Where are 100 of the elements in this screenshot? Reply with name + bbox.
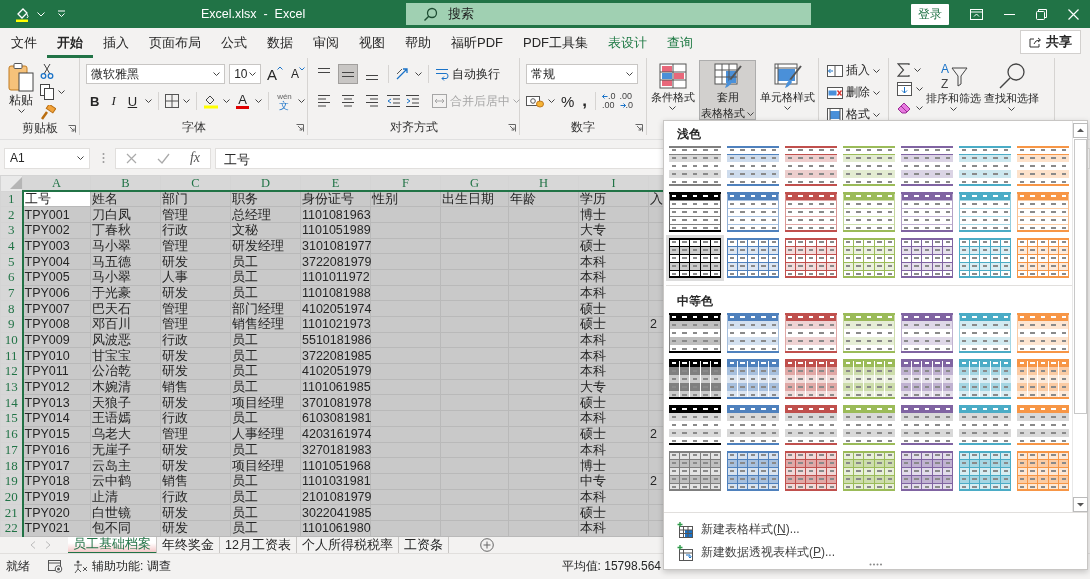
increase-indent-icon[interactable] <box>405 94 420 108</box>
caret-icon[interactable] <box>183 99 191 103</box>
comma-style-button[interactable]: , <box>580 95 590 107</box>
table-style-swatch[interactable] <box>956 189 1014 235</box>
menu-item[interactable]: 新建数据透视表样式(P)... <box>664 542 1087 563</box>
close-icon[interactable] <box>1068 8 1079 20</box>
caret-icon[interactable] <box>145 99 153 103</box>
column-header[interactable]: D <box>230 175 301 191</box>
ribbon-tab[interactable]: 表设计 <box>598 29 657 58</box>
table-style-swatch[interactable] <box>1014 189 1072 235</box>
ribbon-tab[interactable]: 数据 <box>257 29 303 58</box>
ribbon-tab[interactable]: 文件 <box>1 29 47 58</box>
table-style-swatch[interactable] <box>1014 143 1072 189</box>
table-style-swatch[interactable] <box>782 143 840 189</box>
dialog-launcher-icon[interactable] <box>635 124 643 132</box>
style-gallery-button[interactable]: 单元格样式 <box>758 60 818 120</box>
sign-in-button[interactable]: 登录 <box>911 3 949 25</box>
table-style-swatch[interactable] <box>666 310 724 356</box>
copy-icon[interactable] <box>40 84 54 100</box>
table-style-swatch[interactable] <box>724 310 782 356</box>
table-style-swatch[interactable] <box>666 189 724 235</box>
table-style-swatch[interactable] <box>898 143 956 189</box>
check-icon[interactable] <box>156 152 170 164</box>
decrease-decimal-button[interactable]: .00 .0 <box>619 92 634 110</box>
scrollbar-thumb[interactable] <box>1074 139 1087 414</box>
table-style-swatch[interactable] <box>898 356 956 402</box>
caret-icon[interactable] <box>248 72 256 76</box>
ribbon-tab[interactable]: 查询 <box>657 29 703 58</box>
ribbon-tab[interactable]: 视图 <box>349 29 395 58</box>
table-style-swatch[interactable] <box>666 235 724 281</box>
column-header[interactable]: F <box>370 175 441 191</box>
caret-icon[interactable] <box>916 106 923 110</box>
accessibility-button[interactable]: 辅助功能: 调查 <box>73 558 171 575</box>
ribbon-tab[interactable]: PDF工具集 <box>513 29 598 58</box>
ribbon-tab[interactable]: 帮助 <box>395 29 441 58</box>
search-field[interactable]: 搜索 <box>406 3 811 25</box>
caret-icon[interactable] <box>415 72 422 76</box>
table-style-swatch[interactable] <box>666 356 724 402</box>
add-sheet-icon[interactable] <box>479 538 494 553</box>
caret-icon[interactable] <box>77 156 84 160</box>
style-gallery-button[interactable]: 条件格式 <box>647 60 698 120</box>
restore-icon[interactable] <box>1036 8 1047 20</box>
dialog-launcher-icon[interactable] <box>508 124 516 132</box>
ribbon-display-icon[interactable] <box>970 8 983 20</box>
ribbon-tab[interactable]: 页面布局 <box>139 29 211 58</box>
sort-filter-button[interactable]: A Z 排序和筛选 <box>926 60 981 135</box>
table-style-swatch[interactable] <box>956 310 1014 356</box>
cut-icon[interactable] <box>40 63 54 79</box>
column-header[interactable]: B <box>90 175 161 191</box>
resize-grip-icon[interactable] <box>868 563 883 566</box>
underline-button[interactable]: U <box>123 93 142 109</box>
table-style-swatch[interactable] <box>782 189 840 235</box>
share-button[interactable]: 共享 <box>1020 30 1081 54</box>
text-orientation-icon[interactable] <box>395 67 411 81</box>
column-header[interactable]: H <box>508 175 579 191</box>
dialog-launcher-icon[interactable] <box>68 125 76 133</box>
caret-icon[interactable] <box>297 99 305 103</box>
cells-command-button[interactable]: 删除 <box>827 84 888 101</box>
sum-icon[interactable] <box>897 63 910 77</box>
dialog-launcher-icon[interactable] <box>296 124 304 132</box>
find-select-button[interactable]: 查找和选择 <box>984 60 1039 135</box>
table-style-swatch[interactable] <box>840 189 898 235</box>
format-painter-icon[interactable] <box>40 105 56 121</box>
table-style-swatch[interactable] <box>724 189 782 235</box>
caret-icon[interactable] <box>58 90 65 94</box>
table-style-swatch[interactable] <box>1014 310 1072 356</box>
fill-color-icon[interactable] <box>203 93 220 109</box>
column-header[interactable]: A <box>22 175 91 191</box>
insert-function-button[interactable]: fx <box>189 150 200 166</box>
wrap-text-button[interactable]: 自动换行 <box>435 65 500 83</box>
borders-icon[interactable] <box>165 94 180 108</box>
drag-handle-icon[interactable] <box>102 152 105 164</box>
cells-command-button[interactable]: 插入 <box>827 62 888 79</box>
font-size-dropdown[interactable]: 10 <box>229 64 261 84</box>
eraser-icon[interactable] <box>897 101 912 115</box>
shrink-font-button[interactable]: A <box>289 67 307 81</box>
caret-icon[interactable] <box>255 99 263 103</box>
paint-bucket-icon[interactable] <box>15 6 31 22</box>
style-gallery-button[interactable]: 套用 表格格式 <box>699 60 757 120</box>
caret-icon[interactable] <box>626 72 633 76</box>
menu-item[interactable]: 新建表格样式(N)... <box>664 519 1087 540</box>
font-name-dropdown[interactable]: 微软雅黑 <box>86 64 226 84</box>
currency-icon[interactable] <box>526 94 544 108</box>
font-color-button[interactable]: A <box>234 93 252 109</box>
table-style-swatch[interactable] <box>840 143 898 189</box>
bold-button[interactable]: B <box>86 93 104 109</box>
phonetic-guide-button[interactable]: wén 文 <box>275 92 294 110</box>
name-box[interactable]: A1 <box>4 147 90 169</box>
table-style-swatch[interactable] <box>724 143 782 189</box>
caret-icon[interactable] <box>223 99 231 103</box>
ribbon-tab[interactable]: 公式 <box>211 29 257 58</box>
caret-icon[interactable] <box>213 72 221 76</box>
column-header[interactable]: C <box>160 175 231 191</box>
ribbon-tab[interactable]: 插入 <box>93 29 139 58</box>
italic-button[interactable]: I <box>107 93 120 109</box>
table-style-swatch[interactable] <box>840 356 898 402</box>
decrease-indent-icon[interactable] <box>386 94 401 108</box>
customize-toolbar-icon[interactable] <box>57 10 66 18</box>
table-style-swatch[interactable] <box>840 310 898 356</box>
column-header[interactable]: E <box>300 175 371 191</box>
